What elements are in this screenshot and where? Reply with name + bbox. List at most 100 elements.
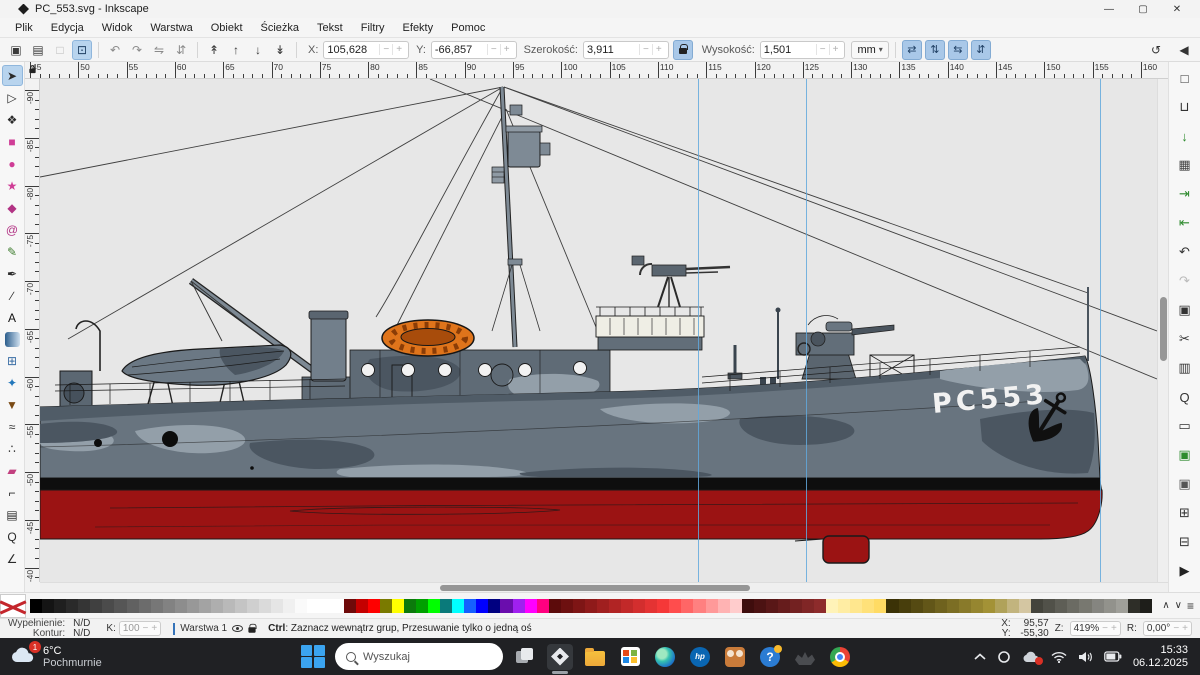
palette-swatch[interactable] [911,599,923,613]
shape-builder-tool-icon[interactable]: ❖ [2,109,23,130]
clone-icon[interactable]: ▣ [1173,472,1197,496]
palette-swatch[interactable] [271,599,283,613]
y-plus[interactable]: + [500,44,513,55]
paste-icon[interactable]: ▥ [1173,356,1197,380]
palette-menu-icon[interactable]: ≡ [1187,599,1194,613]
width-value[interactable]: 3,911 [587,44,639,56]
move-patterns-icon[interactable]: ⇄ [902,40,922,60]
pages-tool-icon[interactable]: ▤ [2,504,23,525]
ship-keel-tab[interactable] [823,536,869,563]
palette-swatch[interactable] [718,599,730,613]
zoom-tool-icon[interactable]: Q [2,526,23,547]
pencil-tool-icon[interactable]: ✎ [2,241,23,262]
palette-swatch[interactable] [500,599,512,613]
palette-swatch[interactable] [838,599,850,613]
palette-swatch[interactable] [1007,599,1019,613]
palette-swatch[interactable] [1079,599,1091,613]
bezier-pen-tool-icon[interactable]: ✒ [2,263,23,284]
box-3d-tool-icon[interactable]: ◆ [2,197,23,218]
palette-swatch[interactable] [983,599,995,613]
rectangle-tool-icon[interactable]: ■ [2,131,23,152]
palette-swatch[interactable] [151,599,163,613]
rotation-minus[interactable]: − [1173,623,1179,634]
palette-swatch[interactable] [1092,599,1104,613]
palette-swatch[interactable] [621,599,633,613]
palette-swatch[interactable] [754,599,766,613]
palette-swatch[interactable] [320,599,332,613]
units-dropdown[interactable]: mm ▾ [851,41,888,59]
palette-swatch[interactable] [127,599,139,613]
undo-icon[interactable]: ↶ [1173,240,1197,264]
palette-swatch[interactable] [959,599,971,613]
palette-swatch[interactable] [368,599,380,613]
palette-swatch[interactable] [826,599,838,613]
palette-swatch[interactable] [1043,599,1055,613]
tray-ring-icon[interactable] [997,650,1011,664]
vertical-scrollbar[interactable] [1157,79,1168,582]
connector-tool-icon[interactable]: ⌐ [2,482,23,503]
palette-swatch[interactable] [742,599,754,613]
ship-drawing[interactable]: PC553 [40,79,1157,582]
palette-swatch[interactable] [476,599,488,613]
palette-swatch[interactable] [633,599,645,613]
expand-icon[interactable]: ▶ [1173,559,1197,583]
raise-top-icon[interactable]: ↟ [204,40,224,60]
palette-swatch[interactable] [657,599,669,613]
tray-volume-icon[interactable] [1078,651,1093,663]
palette-swatch[interactable] [573,599,585,613]
taskbar-search[interactable]: Wyszukaj [335,643,503,670]
taskbar-app-explorer[interactable] [582,644,608,670]
taskbar-clock[interactable]: 15:33 06.12.2025 [1133,644,1188,670]
ruler-vertical[interactable]: -90-85-80-75-70-65-60-55-50-45-40 [25,79,40,582]
horizontal-scrollbar[interactable] [40,582,1168,592]
palette-swatch[interactable] [549,599,561,613]
palette-swatch[interactable] [380,599,392,613]
zoom-plus[interactable]: + [1111,623,1117,634]
select-all-icon[interactable]: ▣ [6,40,26,60]
spiral-tool-icon[interactable]: @ [2,219,23,240]
vertical-scrollbar-thumb[interactable] [1160,297,1167,361]
x-minus[interactable]: − [379,44,392,55]
horizontal-scrollbar-thumb[interactable] [440,585,750,591]
palette-swatch[interactable] [1055,599,1067,613]
palette-swatch[interactable] [513,599,525,613]
stroke-value[interactable]: N/D [73,629,90,639]
palette-swatch[interactable] [935,599,947,613]
palette-swatch[interactable] [790,599,802,613]
opacity-field[interactable]: 100 − + [119,621,161,636]
palette-swatch[interactable] [90,599,102,613]
zoom-minus[interactable]: − [1102,623,1108,634]
palette-swatch[interactable] [163,599,175,613]
palette-swatch[interactable] [440,599,452,613]
redo-icon[interactable]: ↷ [1173,269,1197,293]
ruler-horizontal[interactable]: 4550556065707580859095100105110115120125… [25,62,1168,78]
menu-item-obiekt[interactable]: Obiekt [202,20,252,36]
eraser-tool-icon[interactable]: ▰ [2,460,23,481]
menu-item-widok[interactable]: Widok [93,20,142,36]
palette-swatch[interactable] [283,599,295,613]
palette-swatch[interactable] [259,599,271,613]
print-icon[interactable]: ▦ [1173,153,1197,177]
palette-swatch[interactable] [1067,599,1079,613]
palette-swatch[interactable] [609,599,621,613]
palette-swatch[interactable] [802,599,814,613]
dropper-tool-icon[interactable]: ✦ [2,372,23,393]
palette-swatch[interactable] [995,599,1007,613]
palette-swatch[interactable] [307,599,319,613]
save-icon[interactable]: ↓ [1173,124,1197,148]
palette-swatch[interactable] [1104,599,1116,613]
palette-swatch[interactable] [766,599,778,613]
open-icon[interactable]: ⊔ [1173,95,1197,119]
menu-item-cieka[interactable]: Ścieżka [252,20,309,36]
palette-swatch[interactable] [187,599,199,613]
tray-wifi-icon[interactable] [1051,651,1067,663]
palette-swatch[interactable] [525,599,537,613]
duplicate-icon[interactable]: ▣ [1173,443,1197,467]
palette-swatch[interactable] [693,599,705,613]
width-field[interactable]: 3,911 − + [583,41,669,59]
palette-swatch[interactable] [1116,599,1128,613]
selection-box-icon[interactable]: ⊡ [72,40,92,60]
taskbar-app-inkscape[interactable] [547,644,573,670]
palette-swatch[interactable] [706,599,718,613]
taskbar-app-game[interactable] [792,644,818,670]
